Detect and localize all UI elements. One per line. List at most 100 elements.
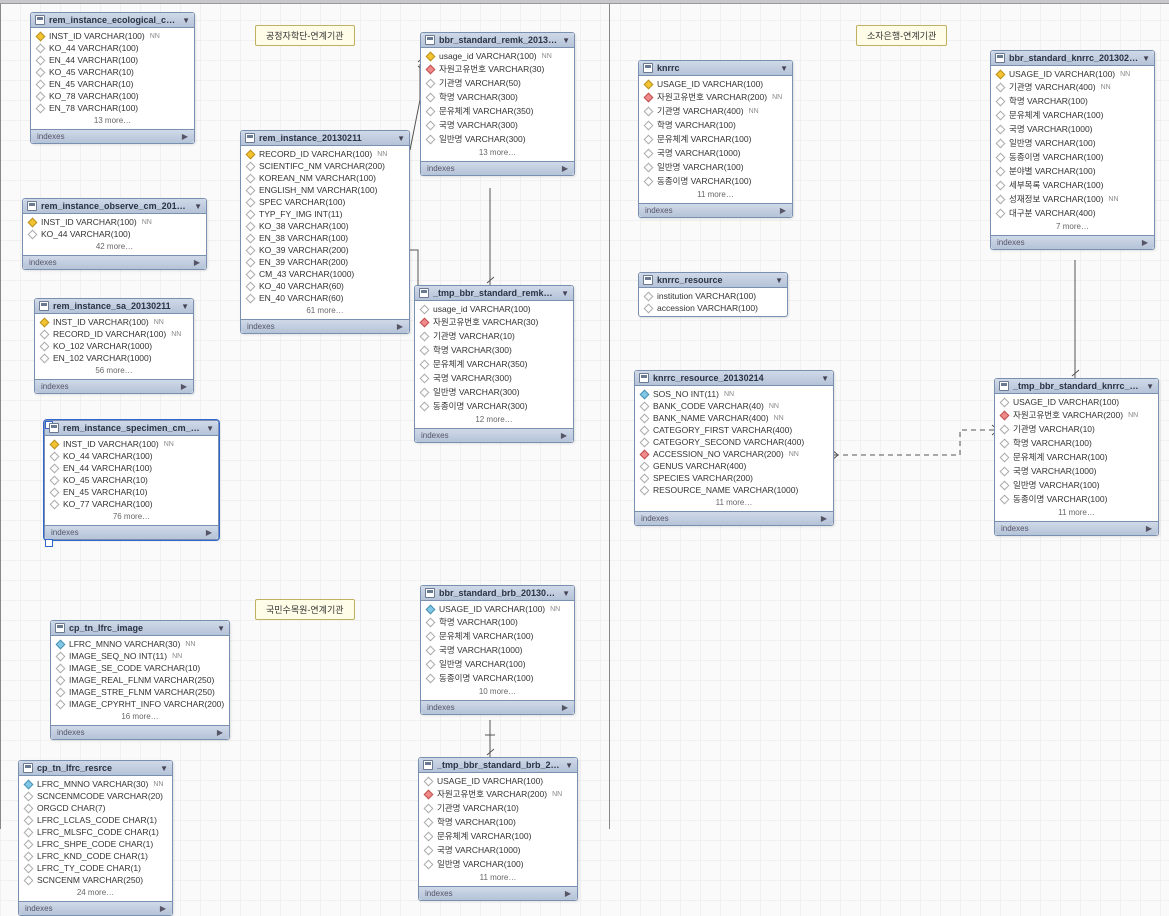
expand-icon[interactable]: ▶	[181, 382, 187, 391]
expand-icon[interactable]: ▶	[397, 322, 403, 331]
column-row[interactable]: 동종이명 VARCHAR(300)	[415, 399, 573, 413]
collapse-icon[interactable]: ▼	[562, 36, 570, 45]
column-row[interactable]: 국명 VARCHAR(300)	[415, 371, 573, 385]
entity-rem_instance_sa_20130211[interactable]: rem_instance_sa_20130211▼INST_ID VARCHAR…	[34, 298, 194, 394]
entity-tmp_bbr_standard_knrrc_20130214[interactable]: _tmp_bbr_standard_knrrc_20130214▼USAGE_I…	[994, 378, 1159, 536]
column-row[interactable]: 문유체계 VARCHAR(100)	[991, 108, 1154, 122]
column-row[interactable]: EN_38 VARCHAR(100)	[241, 232, 409, 244]
indexes-section[interactable]: indexes▶	[241, 319, 409, 333]
more-columns[interactable]: 11 more…	[635, 496, 833, 509]
collapse-icon[interactable]: ▼	[565, 761, 573, 770]
column-row[interactable]: KO_44 VARCHAR(100)	[31, 42, 194, 54]
column-row[interactable]: 자원고유번호 VARCHAR(200)NN	[639, 90, 792, 104]
column-row[interactable]: KO_45 VARCHAR(10)	[31, 66, 194, 78]
column-row[interactable]: 문유체계 VARCHAR(100)	[419, 829, 577, 843]
indexes-section[interactable]: indexes▶	[419, 886, 577, 900]
expand-icon[interactable]: ▶	[562, 164, 568, 173]
column-row[interactable]: accession VARCHAR(100)	[639, 302, 787, 314]
column-row[interactable]: 국명 VARCHAR(1000)	[991, 122, 1154, 136]
column-row[interactable]: LFRC_MLSFC_CODE CHAR(1)	[19, 826, 172, 838]
column-row[interactable]: ENGLISH_NM VARCHAR(100)	[241, 184, 409, 196]
column-row[interactable]: 국명 VARCHAR(1000)	[419, 843, 577, 857]
column-row[interactable]: GENUS VARCHAR(400)	[635, 460, 833, 472]
entity-header[interactable]: _tmp_bbr_standard_brb_20130214▼	[419, 758, 577, 773]
column-row[interactable]: 국명 VARCHAR(1000)	[639, 146, 792, 160]
indexes-section[interactable]: indexes▶	[995, 521, 1158, 535]
column-row[interactable]: 일반명 VARCHAR(100)	[421, 657, 574, 671]
expand-icon[interactable]: ▶	[562, 703, 568, 712]
column-row[interactable]: SPECIES VARCHAR(200)	[635, 472, 833, 484]
entity-bbr_standard_knrrc_20130214[interactable]: bbr_standard_knrrc_20130214▼USAGE_ID VAR…	[990, 50, 1155, 250]
entity-tmp_bbr_standard_remk_20130214[interactable]: _tmp_bbr_standard_remk_20130214▼usage_id…	[414, 285, 574, 443]
column-row[interactable]: LFRC_MNNO VARCHAR(30)NN	[19, 778, 172, 790]
indexes-section[interactable]: indexes▶	[45, 525, 218, 539]
column-row[interactable]: 자원고유번호 VARCHAR(30)	[421, 62, 574, 76]
indexes-section[interactable]: indexes▶	[35, 379, 193, 393]
column-row[interactable]: BANK_CODE VARCHAR(40)NN	[635, 400, 833, 412]
collapse-icon[interactable]: ▼	[1142, 54, 1150, 63]
column-row[interactable]: LFRC_KND_CODE CHAR(1)	[19, 850, 172, 862]
expand-icon[interactable]: ▶	[780, 206, 786, 215]
expand-icon[interactable]: ▶	[160, 904, 166, 913]
collapse-icon[interactable]: ▼	[821, 374, 829, 383]
collapse-icon[interactable]: ▼	[775, 276, 783, 285]
column-row[interactable]: KO_39 VARCHAR(200)	[241, 244, 409, 256]
more-columns[interactable]: 13 more…	[421, 146, 574, 159]
column-row[interactable]: LFRC_SHPE_CODE CHAR(1)	[19, 838, 172, 850]
collapse-icon[interactable]: ▼	[181, 302, 189, 311]
entity-rem_instance_ecological_cm_20130[interactable]: rem_instance_ecological_cm_20130…▼INST_I…	[30, 12, 195, 144]
column-row[interactable]: LFRC_MNNO VARCHAR(30)NN	[51, 638, 229, 650]
column-row[interactable]: 문유체계 VARCHAR(350)	[421, 104, 574, 118]
entity-header[interactable]: _tmp_bbr_standard_remk_20130214▼	[415, 286, 573, 301]
column-row[interactable]: RECORD_ID VARCHAR(100)NN	[35, 328, 193, 340]
column-row[interactable]: KO_102 VARCHAR(1000)	[35, 340, 193, 352]
more-columns[interactable]: 11 more…	[639, 188, 792, 201]
column-row[interactable]: CATEGORY_FIRST VARCHAR(400)	[635, 424, 833, 436]
entity-header[interactable]: rem_instance_specimen_cm_20130211▼	[45, 421, 218, 436]
column-row[interactable]: 자원고유번호 VARCHAR(200)NN	[419, 787, 577, 801]
collapse-icon[interactable]: ▼	[182, 16, 190, 25]
column-row[interactable]: KO_78 VARCHAR(100)	[31, 90, 194, 102]
entity-knrrc[interactable]: knrrc▼USAGE_ID VARCHAR(100)자원고유번호 VARCHA…	[638, 60, 793, 218]
column-row[interactable]: EN_44 VARCHAR(100)	[45, 462, 218, 474]
more-columns[interactable]: 61 more…	[241, 304, 409, 317]
entity-header[interactable]: rem_instance_observe_cm_20130211▼	[23, 199, 206, 214]
indexes-section[interactable]: indexes▶	[639, 203, 792, 217]
column-row[interactable]: 자원고유번호 VARCHAR(200)NN	[995, 408, 1158, 422]
column-row[interactable]: 학명 VARCHAR(100)	[995, 436, 1158, 450]
entity-knrrc_resource[interactable]: knrrc_resource▼ institution VARCHAR(100)a…	[638, 272, 788, 317]
indexes-section[interactable]: indexes▶	[415, 428, 573, 442]
column-row[interactable]: IMAGE_CPYRHT_INFO VARCHAR(200)	[51, 698, 229, 710]
column-row[interactable]: SCIENTIFC_NM VARCHAR(200)	[241, 160, 409, 172]
indexes-section[interactable]: indexes▶	[31, 129, 194, 143]
entity-header[interactable]: knrrc_resource▼	[639, 273, 787, 288]
entity-bbr_standard_remk_20130214[interactable]: bbr_standard_remk_20130214▼usage_id VARC…	[420, 32, 575, 176]
column-row[interactable]: 일반명 VARCHAR(100)	[991, 136, 1154, 150]
column-row[interactable]: EN_45 VARCHAR(10)	[45, 486, 218, 498]
collapse-icon[interactable]: ▼	[194, 202, 202, 211]
indexes-section[interactable]: indexes▶	[23, 255, 206, 269]
column-row[interactable]: institution VARCHAR(100)	[639, 290, 787, 302]
entity-header[interactable]: bbr_standard_brb_20130214▼	[421, 586, 574, 601]
expand-icon[interactable]: ▶	[1142, 238, 1148, 247]
column-row[interactable]: INST_ID VARCHAR(100)NN	[31, 30, 194, 42]
column-row[interactable]: 학명 VARCHAR(100)	[421, 615, 574, 629]
entity-header[interactable]: cp_tn_lfrc_image▼	[51, 621, 229, 636]
panel-divider[interactable]	[609, 4, 610, 829]
column-row[interactable]: KO_44 VARCHAR(100)	[23, 228, 206, 240]
column-row[interactable]: 문유체계 VARCHAR(100)	[639, 132, 792, 146]
expand-icon[interactable]: ▶	[182, 132, 188, 141]
expand-icon[interactable]: ▶	[821, 514, 827, 523]
entity-tmp_bbr_standard_brb_20130214[interactable]: _tmp_bbr_standard_brb_20130214▼USAGE_ID …	[418, 757, 578, 901]
column-row[interactable]: 일반명 VARCHAR(100)	[995, 478, 1158, 492]
column-row[interactable]: 동종이명 VARCHAR(100)	[639, 174, 792, 188]
indexes-section[interactable]: indexes▶	[991, 235, 1154, 249]
column-row[interactable]: IMAGE_REAL_FLNM VARCHAR(250)	[51, 674, 229, 686]
column-row[interactable]: 기관명 VARCHAR(50)	[421, 76, 574, 90]
column-row[interactable]: SPEC VARCHAR(100)	[241, 196, 409, 208]
column-row[interactable]: 성재정보 VARCHAR(100)NN	[991, 192, 1154, 206]
more-columns[interactable]: 12 more…	[415, 413, 573, 426]
column-row[interactable]: 분야별 VARCHAR(100)	[991, 164, 1154, 178]
entity-header[interactable]: bbr_standard_remk_20130214▼	[421, 33, 574, 48]
expand-icon[interactable]: ▶	[206, 528, 212, 537]
